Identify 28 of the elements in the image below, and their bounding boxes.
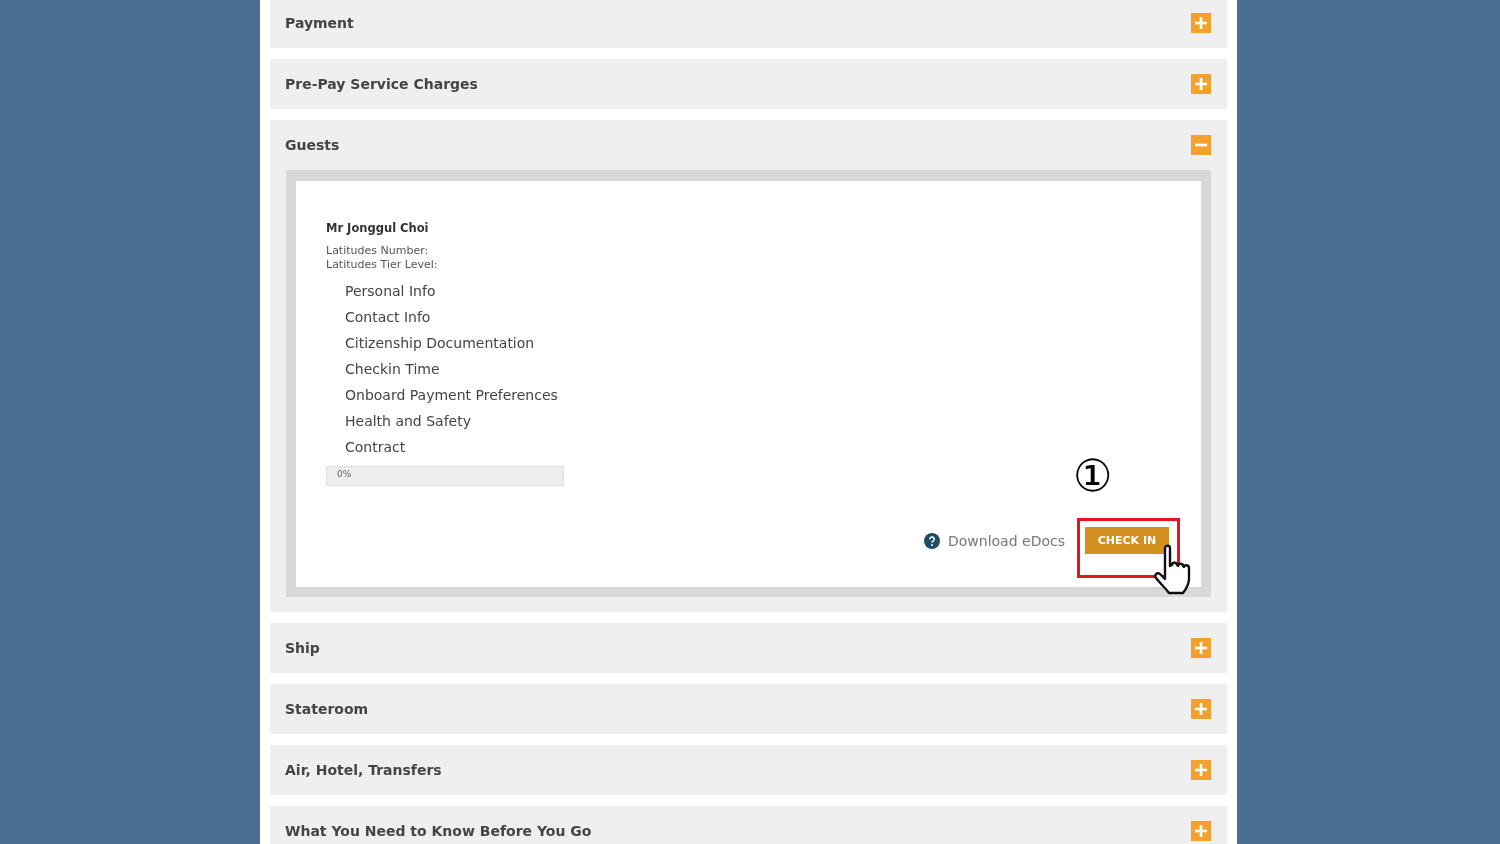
checkin-step-link[interactable]: Contract bbox=[345, 434, 558, 460]
expand-icon[interactable] bbox=[1191, 699, 1211, 719]
section-title[interactable]: Stateroom bbox=[285, 701, 369, 717]
step-number: ① bbox=[1073, 452, 1113, 500]
section-title[interactable]: Ship bbox=[285, 640, 320, 656]
collapse-icon[interactable] bbox=[1191, 135, 1211, 155]
checkin-step-link[interactable]: Health and Safety bbox=[345, 408, 558, 434]
checkin-step-link[interactable]: Personal Info bbox=[345, 278, 558, 304]
section-title[interactable]: What You Need to Know Before You Go bbox=[285, 823, 592, 839]
expand-icon[interactable] bbox=[1191, 638, 1211, 658]
checkin-step-link[interactable]: Contact Info bbox=[345, 304, 558, 330]
guest-name: Mr Jonggul Choi bbox=[326, 221, 429, 235]
section-title[interactable]: Guests bbox=[285, 137, 340, 153]
expand-icon[interactable] bbox=[1191, 821, 1211, 841]
download-link[interactable]: Download eDocs bbox=[948, 532, 1065, 549]
expand-icon[interactable] bbox=[1191, 760, 1211, 780]
checkin-step-link[interactable]: Onboard Payment Preferences bbox=[345, 382, 558, 408]
guest-detail: Latitudes Tier Level: bbox=[326, 258, 438, 272]
section-title[interactable]: Pre-Pay Service Charges bbox=[285, 76, 478, 92]
guest-detail: Latitudes Number: bbox=[326, 244, 430, 258]
expand-icon[interactable] bbox=[1191, 74, 1211, 94]
checkin-step-link[interactable]: Checkin Time bbox=[345, 356, 558, 382]
checkin-step-link[interactable]: Citizenship Documentation bbox=[345, 330, 558, 356]
section-title[interactable]: Air, Hotel, Transfers bbox=[285, 762, 442, 778]
progress-label: 0% bbox=[337, 469, 352, 479]
section-title[interactable]: Payment bbox=[285, 15, 354, 31]
expand-icon[interactable] bbox=[1191, 13, 1211, 33]
help-icon[interactable] bbox=[924, 532, 940, 549]
